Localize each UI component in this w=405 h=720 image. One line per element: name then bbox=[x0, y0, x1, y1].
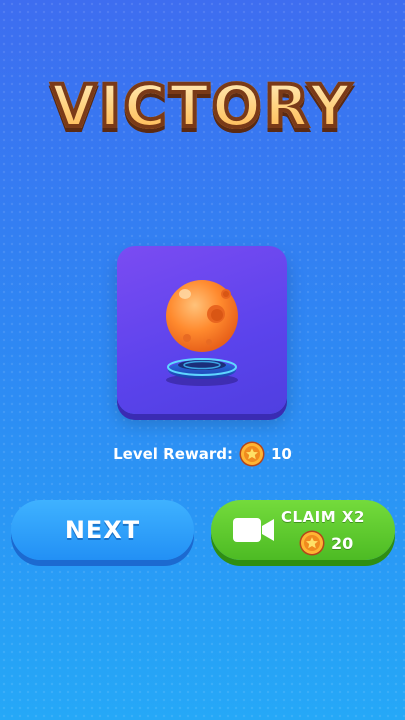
level-reward-amount: 10 bbox=[271, 445, 292, 463]
claim-reward-row: 20 bbox=[299, 530, 353, 556]
coin-icon bbox=[239, 441, 265, 467]
victory-title: VICTORY bbox=[0, 70, 405, 142]
claim-reward-amount: 20 bbox=[331, 533, 354, 553]
coin-icon bbox=[299, 530, 325, 556]
level-reward-label: Level Reward: bbox=[113, 445, 233, 463]
claim-x2-button[interactable]: CLAIM X2 20 bbox=[211, 500, 395, 560]
level-reward-row: Level Reward: 10 bbox=[0, 441, 405, 467]
next-button-label: NEXT bbox=[64, 516, 141, 544]
next-button[interactable]: NEXT bbox=[11, 500, 194, 560]
video-camera-icon bbox=[233, 518, 274, 542]
claim-x2-label: CLAIM X2 bbox=[281, 508, 365, 526]
reward-item-card bbox=[117, 246, 287, 414]
orange-planet-on-pedestal-icon bbox=[166, 280, 238, 386]
